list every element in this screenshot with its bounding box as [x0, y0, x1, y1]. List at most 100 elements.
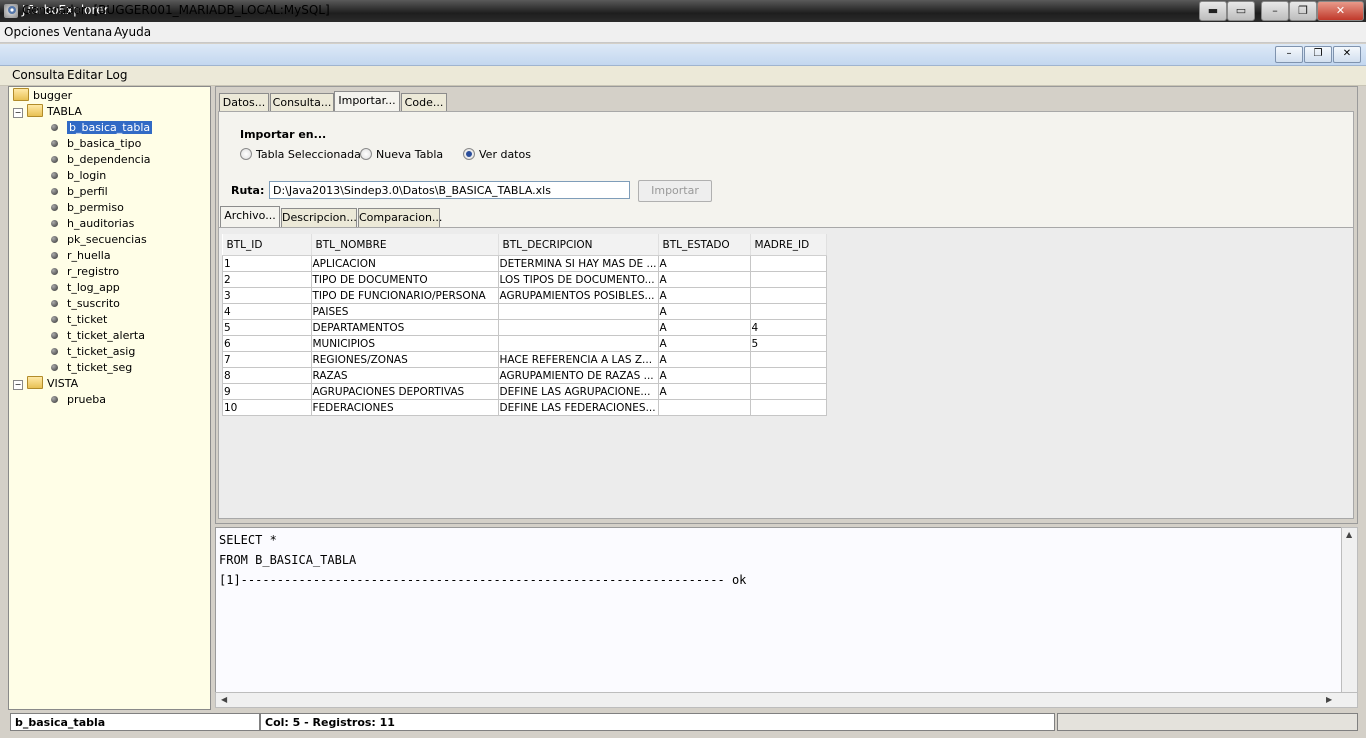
table-cell[interactable]: [497, 335, 659, 352]
menu-ventana[interactable]: Ventana: [63, 25, 112, 39]
data-grid[interactable]: BTL_ID BTL_NOMBRE BTL_DECRIPCION BTL_EST…: [222, 234, 827, 416]
sql-console[interactable]: SELECT * FROM B_BASICA_TABLA [1]--------…: [215, 527, 1343, 694]
tree-table-item[interactable]: t_suscrito: [51, 296, 120, 312]
table-cell[interactable]: A: [657, 367, 751, 384]
restore-panes-icon[interactable]: ▬: [1199, 1, 1227, 21]
table-row[interactable]: 1 APLICACION DETERMINA SI HAY MAS DE ... A: [222, 255, 827, 272]
table-cell[interactable]: A: [657, 335, 751, 352]
subtab-descripcion[interactable]: Descripcion...: [281, 208, 357, 227]
table-cell[interactable]: 2: [222, 271, 312, 288]
table-cell[interactable]: A: [657, 271, 751, 288]
menu-log[interactable]: Log: [106, 68, 127, 82]
menu-opciones[interactable]: Opciones: [4, 25, 60, 39]
tree-table-item[interactable]: h_auditorias: [51, 216, 134, 232]
table-row[interactable]: 5 DEPARTAMENTOS A 4: [222, 319, 827, 336]
tree-table-item[interactable]: r_huella: [51, 248, 111, 264]
table-cell[interactable]: AGRUPACIONES DEPORTIVAS: [310, 383, 499, 400]
table-row[interactable]: 4 PAISES A: [222, 303, 827, 320]
table-cell[interactable]: 8: [222, 367, 312, 384]
table-cell[interactable]: TIPO DE DOCUMENTO: [310, 271, 499, 288]
table-row[interactable]: 10 FEDERACIONES DEFINE LAS FEDERACIONES...: [222, 399, 827, 416]
tree-table-item[interactable]: t_ticket: [51, 312, 107, 328]
column-header[interactable]: BTL_DECRIPCION: [498, 234, 659, 256]
table-cell[interactable]: [749, 351, 827, 368]
tree-table-item[interactable]: t_ticket_alerta: [51, 328, 145, 344]
menu-consulta[interactable]: Consulta: [12, 68, 65, 82]
radio-nueva-tabla[interactable]: Nueva Tabla: [360, 148, 443, 161]
console-horizontal-scrollbar[interactable]: ◀ ▶: [215, 692, 1358, 708]
tab-code[interactable]: Code...: [401, 93, 447, 112]
table-cell[interactable]: 3: [222, 287, 312, 304]
table-cell[interactable]: A: [657, 255, 751, 272]
radio-ver-datos[interactable]: Ver datos: [463, 148, 531, 161]
table-cell[interactable]: 4: [222, 303, 312, 320]
collapse-icon[interactable]: −: [13, 380, 23, 390]
table-cell[interactable]: A: [657, 383, 751, 400]
table-cell[interactable]: A: [657, 319, 751, 336]
scroll-left-icon[interactable]: ◀: [221, 695, 227, 704]
table-cell[interactable]: [749, 271, 827, 288]
tree-table-item[interactable]: t_ticket_asig: [51, 344, 135, 360]
table-cell[interactable]: 1: [222, 255, 312, 272]
tree-folder-tabla[interactable]: − TABLA: [13, 104, 82, 120]
tree-view-item[interactable]: prueba: [51, 392, 106, 408]
table-cell[interactable]: HACE REFERENCIA A LAS Z...: [497, 351, 659, 368]
tab-importar[interactable]: Importar...: [334, 91, 400, 112]
table-cell[interactable]: [749, 383, 827, 400]
tree-table-item[interactable]: r_registro: [51, 264, 119, 280]
menu-ayuda[interactable]: Ayuda: [114, 25, 151, 39]
table-cell[interactable]: [749, 287, 827, 304]
importar-button[interactable]: Importar: [638, 180, 712, 202]
minimize-button[interactable]: –: [1261, 1, 1289, 21]
tree-table-item[interactable]: b_basica_tabla: [51, 120, 153, 136]
tile-icon[interactable]: ▭: [1227, 1, 1255, 21]
table-cell[interactable]: [749, 399, 827, 416]
tree-root[interactable]: bugger: [13, 88, 72, 104]
table-cell[interactable]: DEPARTAMENTOS: [310, 319, 499, 336]
table-cell[interactable]: LOS TIPOS DE DOCUMENTO...: [497, 271, 659, 288]
table-cell[interactable]: A: [657, 287, 751, 304]
table-cell[interactable]: AGRUPAMIENTOS POSIBLES...: [497, 287, 659, 304]
table-row[interactable]: 9 AGRUPACIONES DEPORTIVAS DEFINE LAS AGRUP…: [222, 383, 827, 400]
window-restore-button[interactable]: ❐: [1304, 46, 1332, 63]
window-close-button[interactable]: ✕: [1333, 46, 1361, 63]
close-button[interactable]: ✕: [1317, 1, 1364, 21]
table-cell[interactable]: 9: [222, 383, 312, 400]
ruta-input[interactable]: D:\Java2013\Sindep3.0\Datos\B_BASICA_TAB…: [269, 181, 630, 199]
table-cell[interactable]: 4: [749, 319, 827, 336]
table-cell[interactable]: [749, 367, 827, 384]
menu-editar[interactable]: Editar: [67, 68, 103, 82]
table-cell[interactable]: TIPO DE FUNCIONARIO/PERSONA: [310, 287, 499, 304]
tree-table-item[interactable]: pk_secuencias: [51, 232, 147, 248]
schema-tree[interactable]: bugger − TABLA b_basica_tabla b_basica_tip…: [8, 86, 211, 710]
table-row[interactable]: 8 RAZAS AGRUPAMIENTO DE RAZAS ... A: [222, 367, 827, 384]
scroll-right-icon[interactable]: ▶: [1326, 695, 1332, 704]
maximize-button[interactable]: ❐: [1289, 1, 1317, 21]
table-cell[interactable]: FEDERACIONES: [310, 399, 499, 416]
tree-table-item[interactable]: b_perfil: [51, 184, 108, 200]
tree-table-item[interactable]: t_ticket_seg: [51, 360, 132, 376]
tab-consulta[interactable]: Consulta...: [270, 93, 334, 112]
table-cell[interactable]: 6: [222, 335, 312, 352]
column-header[interactable]: MADRE_ID: [750, 234, 827, 256]
tree-folder-vista[interactable]: − VISTA: [13, 376, 78, 392]
window-minimize-button[interactable]: –: [1275, 46, 1303, 63]
column-header[interactable]: BTL_NOMBRE: [311, 234, 499, 256]
subtab-archivo[interactable]: Archivo...: [220, 206, 280, 227]
subtab-comparacion[interactable]: Comparacion...: [358, 208, 442, 227]
scroll-up-icon[interactable]: ▲: [1346, 530, 1352, 539]
table-cell[interactable]: 5: [749, 335, 827, 352]
table-cell[interactable]: DEFINE LAS AGRUPACIONE...: [497, 383, 659, 400]
column-header[interactable]: BTL_ESTADO: [658, 234, 751, 256]
table-cell[interactable]: A: [657, 303, 751, 320]
table-cell[interactable]: A: [657, 351, 751, 368]
table-cell[interactable]: RAZAS: [310, 367, 499, 384]
table-cell[interactable]: [749, 303, 827, 320]
table-cell[interactable]: [657, 399, 751, 416]
column-header[interactable]: BTL_ID: [222, 234, 312, 256]
tree-table-item[interactable]: t_log_app: [51, 280, 120, 296]
table-cell[interactable]: AGRUPAMIENTO DE RAZAS ...: [497, 367, 659, 384]
tab-datos[interactable]: Datos...: [219, 93, 269, 112]
table-cell[interactable]: [749, 255, 827, 272]
table-cell[interactable]: MUNICIPIOS: [310, 335, 499, 352]
